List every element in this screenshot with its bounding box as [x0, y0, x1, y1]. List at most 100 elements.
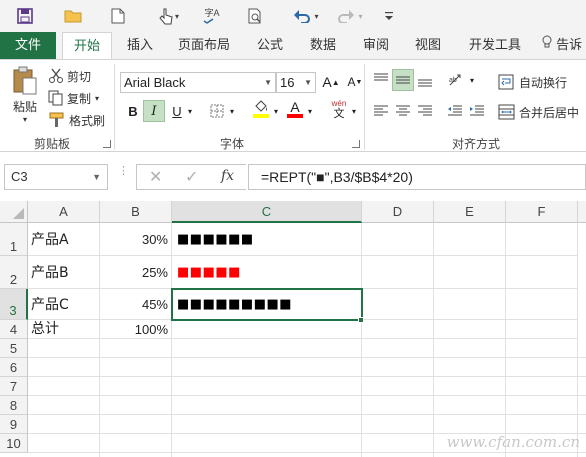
cell-e3[interactable]: [434, 289, 506, 320]
align-center-button[interactable]: [392, 100, 414, 122]
cell-d4[interactable]: [362, 320, 434, 339]
align-right-button[interactable]: [414, 100, 436, 122]
cell-a4[interactable]: 总计: [28, 320, 100, 339]
formula-bar-grip[interactable]: ⋮: [118, 166, 129, 186]
tab-data[interactable]: 数据: [298, 32, 348, 59]
align-top-button[interactable]: [370, 69, 392, 91]
cancel-icon[interactable]: ✕: [149, 167, 162, 187]
cell-b3[interactable]: 45%: [100, 289, 172, 320]
cell-a2[interactable]: 产品B: [28, 256, 100, 289]
cell-e2[interactable]: [434, 256, 506, 289]
column-header-e[interactable]: E: [434, 201, 506, 223]
row-header-9[interactable]: 9: [0, 415, 28, 434]
row-header-7[interactable]: 7: [0, 377, 28, 396]
underline-dropdown[interactable]: ▾: [184, 100, 196, 122]
align-left-button[interactable]: [370, 100, 392, 122]
fill-handle[interactable]: [358, 317, 364, 323]
cell-d3[interactable]: [362, 289, 434, 320]
column-header-d[interactable]: D: [362, 201, 434, 223]
tab-view[interactable]: 视图: [404, 32, 452, 59]
row-header-4[interactable]: 4: [0, 320, 28, 339]
tell-me[interactable]: 告诉: [542, 32, 586, 59]
cell-d2[interactable]: [362, 256, 434, 289]
bold-button[interactable]: B: [122, 100, 144, 122]
cell-f1[interactable]: [506, 223, 578, 256]
tab-file[interactable]: 文件: [0, 32, 56, 59]
row-header-2[interactable]: 2: [0, 256, 28, 289]
column-header-b[interactable]: B: [100, 201, 172, 223]
row-header-10[interactable]: 10: [0, 434, 28, 453]
align-bottom-button[interactable]: [414, 69, 436, 91]
tab-page-layout[interactable]: 页面布局: [168, 32, 240, 59]
tab-home[interactable]: 开始: [62, 32, 112, 60]
fill-color-dropdown[interactable]: ▾: [270, 100, 282, 122]
format-painter-button[interactable]: 格式刷: [48, 110, 105, 130]
touch-mode-icon[interactable]: ▾: [154, 6, 184, 26]
copy-button[interactable]: 复制 ▾: [48, 88, 99, 108]
font-family-select[interactable]: Arial Black ▼: [120, 72, 276, 93]
cell-f2[interactable]: [506, 256, 578, 289]
font-launcher-icon[interactable]: [352, 140, 360, 148]
cell-e1[interactable]: [434, 223, 506, 256]
grow-font-button[interactable]: A ▲: [320, 71, 342, 93]
cell-d1[interactable]: [362, 223, 434, 256]
cell-e4[interactable]: [434, 320, 506, 339]
clipboard-launcher-icon[interactable]: [103, 140, 111, 148]
font-size-select[interactable]: 16 ▼: [276, 72, 316, 93]
tab-review[interactable]: 审阅: [352, 32, 400, 59]
italic-button[interactable]: I: [143, 100, 165, 122]
merge-center-button[interactable]: 合并后居中: [498, 102, 579, 122]
orientation-button[interactable]: ab: [446, 69, 468, 91]
spelling-icon[interactable]: 字A: [200, 6, 224, 26]
name-box[interactable]: C3 ▼: [4, 164, 108, 190]
orientation-dropdown[interactable]: ▾: [466, 69, 478, 91]
tab-formulas[interactable]: 公式: [246, 32, 294, 59]
fill-color-button[interactable]: [250, 98, 272, 120]
cell-c1[interactable]: ■■■■■■: [172, 223, 362, 256]
cell-b4[interactable]: 100%: [100, 320, 172, 339]
save-icon[interactable]: [14, 6, 36, 26]
row-header-8[interactable]: 8: [0, 396, 28, 415]
phonetic-dropdown[interactable]: ▾: [348, 100, 360, 122]
cut-button[interactable]: 剪切: [48, 66, 91, 86]
borders-button[interactable]: [206, 100, 228, 122]
row-header-5[interactable]: 5: [0, 339, 28, 358]
tab-insert[interactable]: 插入: [116, 32, 164, 59]
borders-dropdown[interactable]: ▾: [226, 100, 238, 122]
enter-icon[interactable]: ✓: [185, 167, 198, 187]
print-preview-icon[interactable]: [244, 6, 266, 26]
paste-button[interactable]: 粘贴 ▾: [8, 66, 42, 126]
column-header-g[interactable]: [578, 201, 586, 223]
cell-a1[interactable]: 产品A: [28, 223, 100, 256]
tab-developer[interactable]: 开发工具: [458, 32, 532, 59]
undo-icon[interactable]: ▾: [288, 6, 324, 26]
formula-input[interactable]: =REPT("■",B3/$B$4*20): [248, 164, 586, 190]
decrease-indent-button[interactable]: [444, 100, 466, 122]
shrink-font-button[interactable]: A ▼: [344, 71, 366, 93]
new-file-icon[interactable]: [108, 6, 128, 26]
phonetic-guide-button[interactable]: wén 文: [328, 98, 350, 120]
open-folder-icon[interactable]: [62, 6, 84, 26]
cell-c2[interactable]: ■■■■■: [172, 256, 362, 289]
cell-f4[interactable]: [506, 320, 578, 339]
row-header-6[interactable]: 6: [0, 358, 28, 377]
column-header-c[interactable]: C: [172, 201, 362, 223]
wrap-text-button[interactable]: 自动换行: [498, 72, 567, 92]
customize-toolbar-icon[interactable]: [382, 6, 396, 26]
column-header-f[interactable]: F: [506, 201, 578, 223]
cell-f3[interactable]: [506, 289, 578, 320]
font-color-button[interactable]: A: [284, 98, 306, 120]
cell-a3[interactable]: 产品C: [28, 289, 100, 320]
cell-c4[interactable]: [172, 320, 362, 339]
font-color-dropdown[interactable]: ▾: [304, 100, 316, 122]
align-middle-button[interactable]: [392, 69, 414, 91]
column-header-a[interactable]: A: [28, 201, 100, 223]
row-header-1[interactable]: 1: [0, 223, 28, 256]
select-all-button[interactable]: [0, 201, 28, 223]
row-header-3[interactable]: 3: [0, 289, 28, 320]
cell-b1[interactable]: 30%: [100, 223, 172, 256]
insert-function-button[interactable]: fx: [221, 168, 234, 184]
increase-indent-button[interactable]: [466, 100, 488, 122]
redo-icon[interactable]: ▾: [332, 6, 368, 26]
cell-b2[interactable]: 25%: [100, 256, 172, 289]
